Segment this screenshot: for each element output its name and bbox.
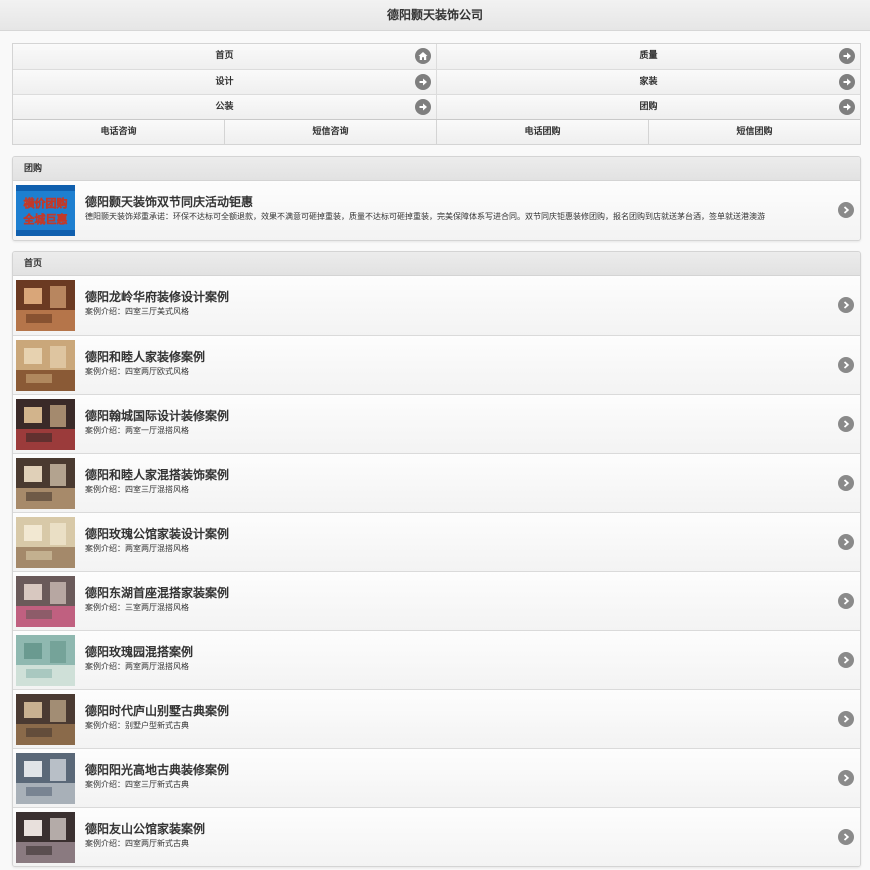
chevron-right-icon: [838, 829, 854, 845]
item-title: 德阳颢天装饰双节同庆活动钜惠: [85, 195, 254, 209]
nav-item-quality[interactable]: 质量: [436, 44, 860, 69]
page-title: 德阳颢天装饰公司: [386, 8, 483, 22]
nav-row: 首页 质量: [13, 44, 860, 69]
nav-item-group-buy[interactable]: 团购: [436, 95, 860, 119]
nav-item-label: 质量: [639, 51, 658, 61]
chevron-right-icon: [838, 534, 854, 550]
list-item[interactable]: 德阳翰城国际设计装修案例案例介绍：两室一厅混搭风格: [13, 394, 860, 453]
sms-group-buy-button[interactable]: 短信团购: [648, 120, 860, 144]
item-desc: 案例介绍：别墅户型新式古典: [85, 721, 189, 730]
list-item[interactable]: 德阳玫瑰园混搭案例案例介绍：两室两厅混搭风格: [13, 630, 860, 689]
chevron-right-icon: [838, 652, 854, 668]
item-title: 德阳东湖首座混搭家装案例: [85, 586, 230, 600]
item-desc: 案例介绍：四室三厅美式风格: [85, 307, 189, 316]
nav-item-commercial[interactable]: 公装: [13, 95, 436, 119]
nav-row: 设计 家装: [13, 69, 860, 94]
list-item[interactable]: 德阳和睦人家装修案例案例介绍：四室两厅欧式风格: [13, 335, 860, 394]
section-heading: 首页: [13, 252, 860, 276]
item-title: 德阳和睦人家装修案例: [85, 350, 206, 364]
nav-item-label: 设计: [215, 77, 234, 87]
chevron-right-icon: [838, 202, 854, 218]
arrow-right-icon: [415, 99, 431, 115]
item-title: 德阳时代庐山别墅古典案例: [85, 704, 230, 718]
section-heading: 团购: [13, 157, 860, 181]
list-item[interactable]: 横价团购 全城巨惠 德阳颢天装饰双节同庆活动钜惠 德阳颢天装饰郑重承诺：环保不达…: [13, 181, 860, 240]
case-thumbnail: [16, 635, 75, 686]
chevron-right-icon: [838, 770, 854, 786]
page-header: 德阳颢天装饰公司: [0, 0, 870, 31]
chevron-right-icon: [838, 416, 854, 432]
banner-text-line: 横价团购: [24, 196, 68, 210]
arrow-right-icon: [839, 74, 855, 90]
nav-item-label: 团购: [639, 102, 658, 112]
list-item[interactable]: 德阳时代庐山别墅古典案例案例介绍：别墅户型新式古典: [13, 689, 860, 748]
item-title: 德阳龙岭华府装修设计案例: [85, 290, 230, 304]
nav-item-home-decor[interactable]: 家装: [436, 70, 860, 94]
nav-item-home[interactable]: 首页: [13, 44, 436, 69]
case-thumbnail: [16, 340, 75, 391]
home-cases-section: 首页 德阳龙岭华府装修设计案例 案例介绍：四室三厅美式风格 德阳和睦人家装修案例 案例…: [12, 251, 861, 867]
phone-consult-button[interactable]: 电话咨询: [13, 120, 224, 144]
item-title: 德阳友山公馆家装案例: [85, 822, 206, 836]
item-desc: 案例介绍：两室两厅混搭风格: [85, 662, 189, 671]
arrow-right-icon: [415, 74, 431, 90]
item-title: 德阳玫瑰公馆家装设计案例: [85, 527, 230, 541]
sms-consult-button[interactable]: 短信咨询: [224, 120, 436, 144]
item-title: 德阳阳光高地古典装修案例: [85, 763, 230, 777]
nav-grid: 首页 质量 设计 家装 公装 团购 电话咨询 短信咨询 电话团购 短信团购: [12, 43, 861, 145]
case-thumbnail: [16, 280, 75, 331]
chevron-right-icon: [838, 593, 854, 609]
case-thumbnail: [16, 399, 75, 450]
phone-group-buy-button[interactable]: 电话团购: [436, 120, 648, 144]
item-title: 德阳玫瑰园混搭案例: [85, 645, 194, 659]
item-desc: 德阳颢天装饰郑重承诺：环保不达标可全额退款，效果不满意可砸掉重装，质量不达标可砸…: [85, 212, 765, 221]
item-desc: 案例介绍：四室两厅欧式风格: [85, 367, 189, 376]
case-thumbnail: [16, 812, 75, 863]
home-icon: [415, 48, 431, 64]
case-thumbnail: [16, 753, 75, 804]
item-desc: 案例介绍：四室三厅新式古典: [85, 780, 189, 789]
chevron-right-icon: [838, 297, 854, 313]
arrow-right-icon: [839, 48, 855, 64]
item-desc: 案例介绍：四室三厅混搭风格: [85, 485, 189, 494]
nav-item-label: 家装: [639, 77, 658, 87]
list-item[interactable]: 德阳龙岭华府装修设计案例案例介绍：四室三厅美式风格: [13, 276, 860, 335]
list-item[interactable]: 德阳玫瑰公馆家装设计案例案例介绍：两室两厅混搭风格: [13, 512, 860, 571]
item-desc: 案例介绍：四室两厅新式古典: [85, 839, 189, 848]
case-list: 德阳龙岭华府装修设计案例 案例介绍：四室三厅美式风格 德阳和睦人家装修案例 案例介绍：…: [13, 276, 860, 866]
case-thumbnail: [16, 517, 75, 568]
case-thumbnail: [16, 458, 75, 509]
action-bar: 电话咨询 短信咨询 电话团购 短信团购: [13, 119, 860, 144]
case-thumbnail: [16, 694, 75, 745]
list-item[interactable]: 德阳友山公馆家装案例案例介绍：四室两厅新式古典: [13, 807, 860, 866]
item-desc: 案例介绍：两室一厅混搭风格: [85, 426, 189, 435]
chevron-right-icon: [838, 475, 854, 491]
list-item[interactable]: 德阳和睦人家混搭装饰案例案例介绍：四室三厅混搭风格: [13, 453, 860, 512]
list-item[interactable]: 德阳阳光高地古典装修案例案例介绍：四室三厅新式古典: [13, 748, 860, 807]
banner-text-line: 全城巨惠: [23, 212, 68, 226]
chevron-right-icon: [838, 357, 854, 373]
item-desc: 案例介绍：两室两厅混搭风格: [85, 544, 189, 553]
group-buy-section: 团购 横价团购 全城巨惠 德阳颢天装饰双节同庆活动钜惠 德阳颢天装饰郑重承诺：环…: [12, 156, 861, 241]
promo-banner-image: 横价团购 全城巨惠: [16, 185, 75, 236]
item-title: 德阳和睦人家混搭装饰案例: [85, 468, 230, 482]
item-title: 德阳翰城国际设计装修案例: [85, 409, 230, 423]
list-item[interactable]: 德阳东湖首座混搭家装案例案例介绍：三室两厅混搭风格: [13, 571, 860, 630]
nav-item-label: 公装: [215, 102, 234, 112]
nav-item-design[interactable]: 设计: [13, 70, 436, 94]
case-thumbnail: [16, 576, 75, 627]
nav-item-label: 首页: [215, 51, 234, 61]
arrow-right-icon: [839, 99, 855, 115]
nav-row: 公装 团购: [13, 94, 860, 119]
item-desc: 案例介绍：三室两厅混搭风格: [85, 603, 189, 612]
chevron-right-icon: [838, 711, 854, 727]
